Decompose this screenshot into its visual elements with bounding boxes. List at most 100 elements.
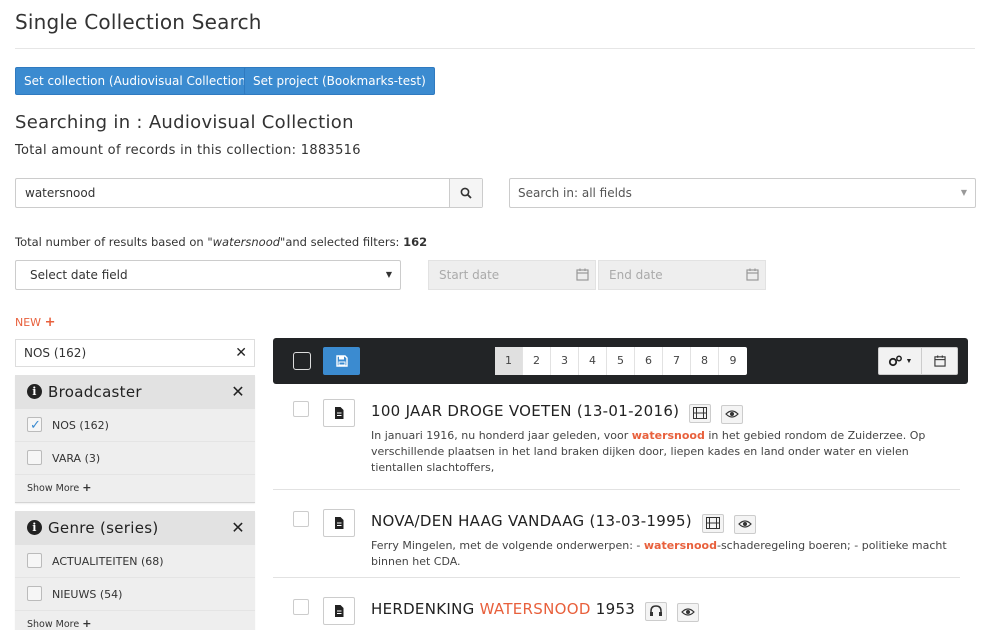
close-icon[interactable]: ✕ [231,511,245,545]
headphones-icon[interactable] [645,601,668,621]
results-summary-query: "watersnood" [207,235,286,249]
chevron-down-icon: ▼ [960,188,967,197]
page-4[interactable]: 4 [579,347,607,375]
title-divider [15,48,975,49]
result-item: HERDENKING WATERSNOOD 1953 [273,588,960,630]
show-more-link[interactable]: Show More + [15,611,255,630]
film-icon[interactable] [689,403,712,423]
facet-option-label: NOS (162) [52,419,109,432]
facet-title: Broadcaster [48,383,142,401]
result-description: In januari 1916, nu honderd jaar geleden… [371,428,951,476]
search-icon [460,187,472,199]
facet-header: i Broadcaster ✕ [15,375,255,409]
close-icon[interactable]: ✕ [231,375,245,409]
chevron-down-icon: ▼ [905,357,913,365]
results-toolbar: 1 2 3 4 5 6 7 8 9 ▼ [273,338,968,384]
facet-title: Genre (series) [48,519,159,537]
eye-icon[interactable] [677,602,700,622]
desc-text: Ferry Mingelen, met de volgende onderwer… [371,539,644,552]
document-button[interactable] [323,509,355,537]
checkbox[interactable] [27,450,42,465]
save-button[interactable] [323,347,360,375]
close-icon[interactable]: ✕ [235,340,247,366]
result-title[interactable]: NOVA/DEN HAAG VANDAAG (13-03-1995) [371,512,757,534]
facet-option-label: NIEUWS (54) [52,588,123,601]
page-7[interactable]: 7 [663,347,691,375]
settings-dropdown-button[interactable]: ▼ [878,347,922,375]
document-button[interactable] [323,399,355,427]
end-date-input[interactable]: End date [598,260,766,290]
facet-option[interactable]: ACTUALITEITEN (68) [15,545,255,578]
active-filter-tag: NOS (162) ✕ [15,339,255,367]
start-date-input[interactable]: Start date [428,260,596,290]
plus-icon: + [82,481,92,494]
start-date-placeholder: Start date [439,268,500,282]
set-collection-button[interactable]: Set collection (Audiovisual Collection) [15,67,260,95]
document-icon [335,605,344,617]
calendar-icon [576,268,589,281]
gears-icon [888,355,902,367]
page-6[interactable]: 6 [635,347,663,375]
facet-option[interactable]: NOS (162) [15,409,255,442]
result-checkbox[interactable] [293,511,309,527]
page-2[interactable]: 2 [523,347,551,375]
show-more-label: Show More [27,483,80,494]
result-title[interactable]: 100 JAAR DROGE VOETEN (13-01-2016) [371,402,744,424]
facet-option-label: ACTUALITEITEN (68) [52,555,164,568]
search-highlight: watersnood [631,429,705,442]
plus-icon: + [82,617,92,630]
result-description: Ferry Mingelen, met de volgende onderwer… [371,538,951,570]
facet-genre: i Genre (series) ✕ ACTUALITEITEN (68) NI… [15,511,255,630]
results-summary-prefix: Total number of results based on [15,235,208,249]
save-icon [335,355,348,367]
checkbox[interactable] [27,553,42,568]
result-checkbox[interactable] [293,401,309,417]
page-9[interactable]: 9 [719,347,747,375]
result-title-text: HERDENKING [371,600,480,618]
total-records-text: Total amount of records in this collecti… [15,143,361,158]
new-label: NEW [15,316,42,329]
page-3[interactable]: 3 [551,347,579,375]
date-field-select-value: Select date field [30,268,128,282]
calendar-button[interactable] [922,347,958,375]
plus-icon: + [44,315,56,330]
search-field-select[interactable]: Search in: all fields ▼ [509,178,976,208]
toolbar-right-group: ▼ [878,347,958,375]
facet-option[interactable]: NIEUWS (54) [15,578,255,611]
film-icon[interactable] [702,513,725,533]
results-summary-middle: and selected filters: [285,235,404,249]
document-icon [335,517,344,529]
search-button[interactable] [449,179,482,207]
result-checkbox[interactable] [293,599,309,615]
result-item: 100 JAAR DROGE VOETEN (13-01-2016) In ja… [273,390,960,490]
page-8[interactable]: 8 [691,347,719,375]
results-count: 162 [403,235,428,249]
calendar-icon [933,355,946,367]
end-date-placeholder: End date [609,268,663,282]
page-1[interactable]: 1 [495,347,523,375]
result-title-text: 100 JAAR DROGE VOETEN (13-01-2016) [371,402,680,420]
show-more-link[interactable]: Show More + [15,475,255,501]
result-title[interactable]: HERDENKING WATERSNOOD 1953 [371,600,700,622]
eye-icon[interactable] [721,404,744,424]
set-project-button[interactable]: Set project (Bookmarks-test) [244,67,435,95]
document-button[interactable] [323,597,355,625]
checkbox-checked[interactable] [27,409,42,442]
search-highlight: WATERSNOOD [479,600,591,618]
checkbox[interactable] [27,586,42,601]
new-filter-link[interactable]: NEW + [15,315,55,330]
page-5[interactable]: 5 [607,347,635,375]
info-icon: i [27,520,42,535]
select-all-checkbox[interactable] [293,352,311,370]
result-item: NOVA/DEN HAAG VANDAAG (13-03-1995) Ferry… [273,500,960,578]
facet-option[interactable]: VARA (3) [15,442,255,475]
desc-text: In januari 1916, nu honderd jaar geleden… [371,429,632,442]
search-highlight: watersnood [643,539,717,552]
results-summary: Total number of results based on "waters… [15,235,427,249]
search-input[interactable] [16,179,450,207]
date-field-select[interactable]: Select date field ▼ [15,260,401,290]
facet-broadcaster: i Broadcaster ✕ NOS (162) VARA (3) Show … [15,375,255,503]
search-box [15,178,483,208]
result-title-text: 1953 [590,600,636,618]
eye-icon[interactable] [734,514,757,534]
